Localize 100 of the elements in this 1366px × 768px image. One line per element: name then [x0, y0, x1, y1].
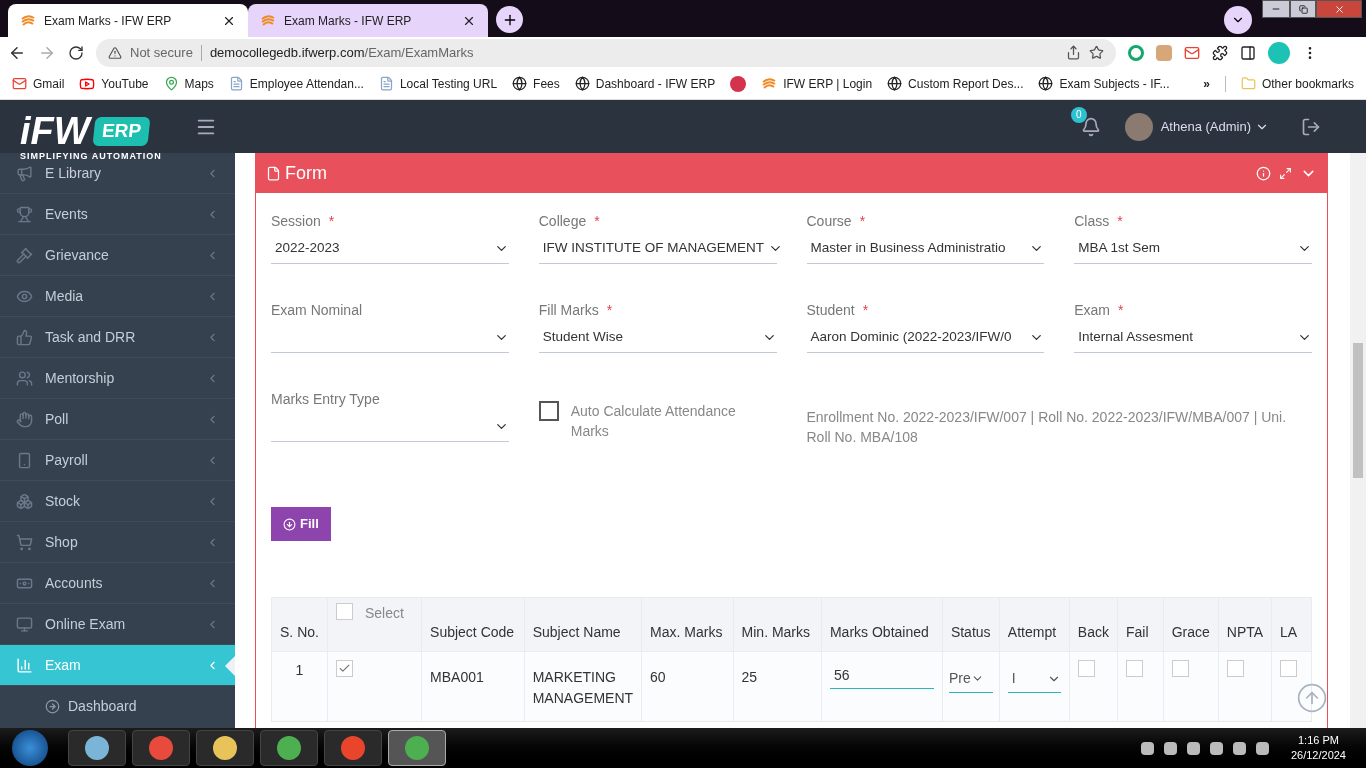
address-bar[interactable]: Not secure democollegedb.ifwerp.com/Exam/ExamMarks	[96, 38, 1116, 67]
form-title: Form	[285, 161, 327, 185]
field-label: College	[538, 212, 587, 231]
bookmark[interactable]: Dashboard - IFW ERP	[574, 74, 716, 93]
select-field[interactable]: Internal Assesment	[1074, 322, 1312, 353]
student-info: Enrollment No. 2022-2023/IFW/007 | Roll No. 2022-2023/IFW/MBA/007 | Uni. Roll No. MBA/108	[806, 408, 1288, 447]
bookmark[interactable]	[730, 75, 747, 92]
clock-date[interactable]: 26/12/2024	[1290, 748, 1346, 763]
column-header: Status	[950, 624, 991, 640]
extensions-icon[interactable]	[1212, 44, 1228, 61]
bookmark[interactable]: YouTube	[79, 74, 149, 93]
bookmark[interactable]: Gmail	[12, 74, 65, 93]
boxes-icon	[16, 492, 33, 510]
column-header: Marks Obtained	[829, 624, 929, 640]
app-icon	[213, 736, 237, 760]
select-field[interactable]: MBA 1st Sem	[1074, 233, 1312, 264]
star-icon[interactable]	[1089, 45, 1104, 60]
logout-icon[interactable]	[1301, 116, 1321, 137]
tray-icon[interactable]	[1232, 741, 1246, 755]
field-label: Session	[271, 212, 321, 231]
table-cell: 60	[641, 651, 734, 722]
select-field[interactable]: Student Wise	[538, 322, 777, 353]
sidebar-item[interactable]: Stock	[0, 481, 235, 522]
select-field[interactable]: Master in Business Administratio	[806, 233, 1045, 264]
side-panel-icon[interactable]	[1240, 44, 1256, 61]
new-tab-button[interactable]	[496, 6, 523, 33]
app-icon	[149, 736, 173, 760]
bookmark[interactable]: Fees	[512, 74, 560, 93]
clock-time[interactable]: 1:16 PM	[1298, 733, 1339, 748]
taskbar-app[interactable]	[260, 730, 318, 766]
ring-extension-icon[interactable]	[1128, 44, 1144, 61]
checkbox[interactable]	[538, 401, 559, 421]
logo-tagline: SIMPLIFYING AUTOMATION	[20, 150, 162, 163]
table-cell: MARKETING MANAGEMENT	[524, 651, 642, 722]
column-header: Max. Marks	[650, 624, 723, 640]
bookmark[interactable]: Local Testing URL	[378, 74, 498, 93]
other-bookmarks[interactable]: Other bookmarks	[1240, 74, 1354, 93]
select-field[interactable]: Aaron Dominic (2022-2023/IFW/0	[806, 322, 1045, 353]
scrollbar[interactable]	[1350, 153, 1366, 728]
browser-tab[interactable]: Exam Marks - IFW ERP	[248, 4, 488, 37]
table-cell: MBA001	[421, 651, 525, 722]
required-mark: *	[1117, 212, 1123, 231]
circle-arrow-down-icon	[283, 517, 296, 531]
restore-button[interactable]	[1290, 0, 1316, 18]
notification-icon[interactable]	[1080, 116, 1101, 137]
taskbar-app[interactable]	[132, 730, 190, 766]
gavel-icon	[16, 246, 33, 264]
minimize-button[interactable]	[1262, 0, 1290, 18]
trophy-icon	[16, 205, 33, 223]
check-icon	[337, 662, 351, 675]
globe-icon	[887, 76, 903, 91]
tray-icon[interactable]	[1186, 741, 1200, 755]
bookmark[interactable]: Employee Attendan...	[228, 74, 364, 93]
table-cell: 1	[271, 651, 328, 722]
app-icon	[85, 736, 109, 760]
mail-icon	[12, 76, 27, 91]
field-label: Student	[806, 301, 855, 320]
tray-icon[interactable]	[1209, 741, 1223, 755]
column-header: Subject Code	[430, 624, 515, 640]
sidebar-subitem[interactable]: Dashboard	[0, 686, 235, 727]
taskbar-app[interactable]	[68, 730, 126, 766]
start-button[interactable]	[12, 730, 48, 766]
reload-icon[interactable]	[68, 44, 84, 61]
tray-icon[interactable]	[1140, 741, 1154, 755]
app-icon	[277, 736, 301, 760]
browser-tab[interactable]: Exam Marks - IFW ERP	[8, 4, 248, 37]
logo-badge: ERP	[92, 116, 151, 146]
mail-icon[interactable]	[1184, 44, 1200, 61]
globe-icon	[1038, 76, 1054, 91]
tray-icon[interactable]	[1163, 741, 1177, 755]
column-header: S. No.	[280, 624, 319, 640]
field-label: Fill Marks	[538, 301, 599, 320]
taskbar-app[interactable]	[324, 730, 382, 766]
expand-icon[interactable]	[1279, 166, 1292, 180]
cart-icon	[16, 533, 33, 551]
user-name[interactable]: Athena (Admin)	[1160, 116, 1251, 137]
user-avatar	[1124, 112, 1153, 141]
required-mark: *	[1118, 301, 1124, 320]
column-header: Attempt	[1007, 624, 1057, 640]
bookmark[interactable]: Exam Subjects - IF...	[1038, 74, 1170, 93]
bookmark[interactable]: IFW ERP | Login	[761, 74, 873, 93]
taskbar-app[interactable]	[196, 730, 254, 766]
tab-search-button[interactable]	[1224, 6, 1252, 34]
bookmark[interactable]: Custom Report Des...	[887, 74, 1024, 93]
share-icon[interactable]	[1066, 45, 1081, 60]
info-icon[interactable]	[1256, 165, 1271, 181]
folder-icon	[1240, 76, 1256, 91]
scroll-top-icon[interactable]	[1296, 682, 1328, 714]
document-icon	[266, 165, 281, 181]
more-bookmarks[interactable]: »	[1203, 74, 1210, 93]
app-icon	[405, 736, 429, 760]
phone-icon	[16, 451, 33, 469]
page-icon	[228, 76, 244, 91]
fill-button[interactable]: Fill	[271, 507, 331, 541]
select-field[interactable]: 2022-2023	[271, 233, 509, 264]
select-field[interactable]: IFW INSTITUTE OF MANAGEMENT	[538, 233, 777, 264]
tray-icon[interactable]	[1255, 741, 1269, 755]
url-text: democollegedb.ifwerp.com/Exam/ExamMarks	[209, 43, 474, 62]
bookmark[interactable]: Maps	[163, 74, 214, 93]
warning-icon	[108, 45, 122, 60]
